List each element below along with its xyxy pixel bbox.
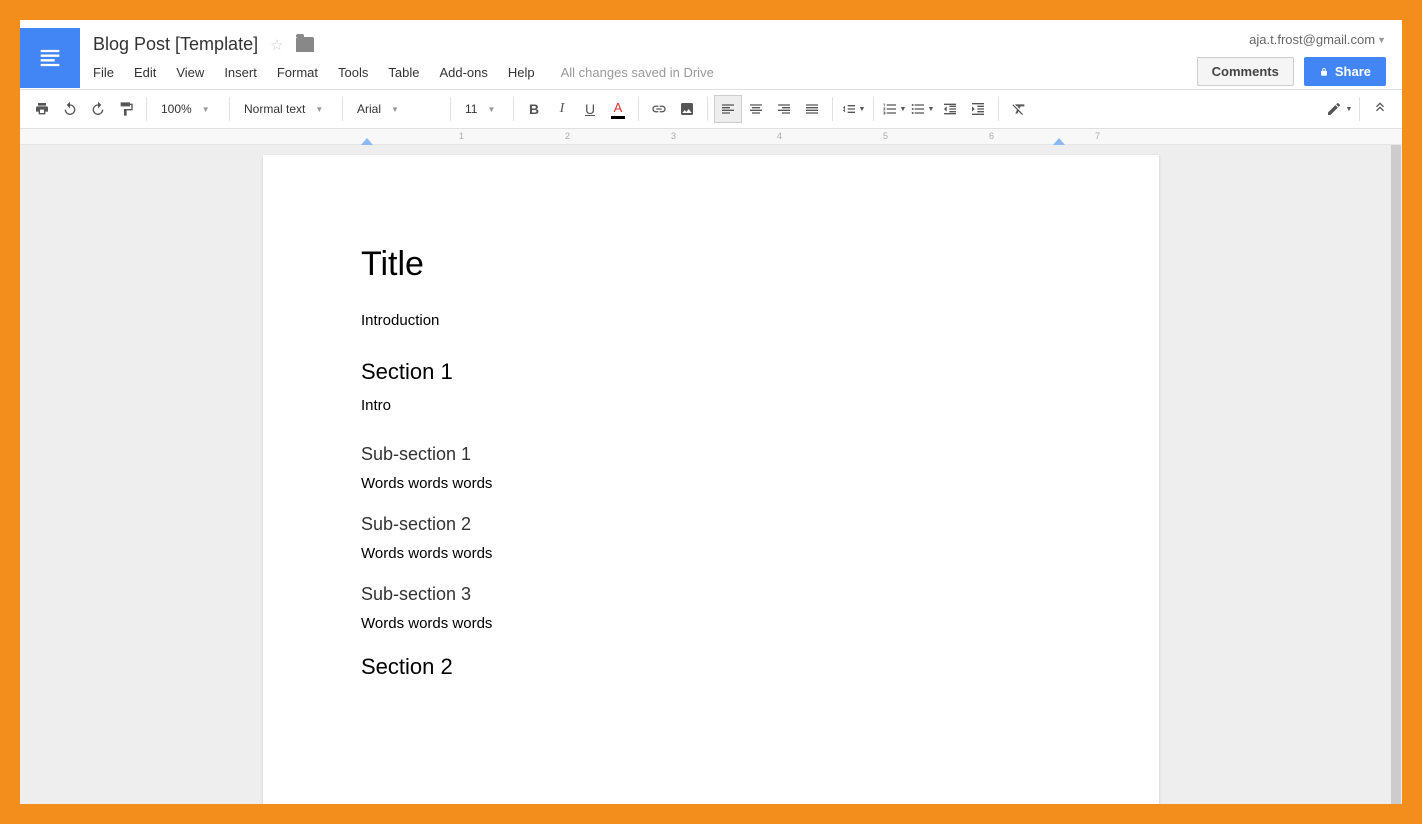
subsection-1-body[interactable]: Words words words [361, 475, 1061, 492]
star-icon[interactable]: ☆ [270, 36, 283, 54]
ruler[interactable]: 1 2 3 4 5 6 7 [20, 129, 1402, 145]
font-select[interactable]: Arial▼ [349, 95, 444, 123]
undo-icon[interactable] [56, 95, 84, 123]
user-account[interactable]: aja.t.frost@gmail.com ▼ [1249, 32, 1386, 47]
header: Blog Post [Template] ☆ File Edit View In… [20, 20, 1402, 89]
section-1-heading[interactable]: Section 1 [361, 359, 1061, 385]
bulleted-list-icon[interactable]: ▼ [908, 95, 936, 123]
subsection-3-body[interactable]: Words words words [361, 615, 1061, 632]
subsection-3-heading[interactable]: Sub-section 3 [361, 584, 1061, 605]
subsection-2-body[interactable]: Words words words [361, 545, 1061, 562]
align-right-icon[interactable] [770, 95, 798, 123]
paint-format-icon[interactable] [112, 95, 140, 123]
comments-button[interactable]: Comments [1197, 57, 1294, 86]
share-button-label: Share [1335, 64, 1371, 79]
collapse-toolbar-icon[interactable] [1366, 95, 1394, 123]
docs-logo[interactable] [20, 28, 80, 88]
page[interactable]: Title Introduction Section 1 Intro Sub-s… [263, 155, 1159, 804]
bold-icon[interactable]: B [520, 95, 548, 123]
folder-icon[interactable] [296, 37, 314, 52]
underline-icon[interactable]: U [576, 95, 604, 123]
menu-edit[interactable]: Edit [124, 61, 166, 84]
editing-mode-icon[interactable]: ▼ [1325, 95, 1353, 123]
text-color-icon[interactable]: A [604, 95, 632, 123]
increase-indent-icon[interactable] [964, 95, 992, 123]
menu-tools[interactable]: Tools [328, 61, 378, 84]
decrease-indent-icon[interactable] [936, 95, 964, 123]
clear-formatting-icon[interactable] [1005, 95, 1033, 123]
document-workspace: Title Introduction Section 1 Intro Sub-s… [20, 145, 1402, 804]
share-button[interactable]: Share [1304, 57, 1386, 86]
subsection-2-heading[interactable]: Sub-section 2 [361, 514, 1061, 535]
scrollbar[interactable] [1390, 145, 1402, 804]
doc-intro[interactable]: Introduction [361, 312, 1061, 329]
italic-icon[interactable]: I [548, 95, 576, 123]
align-justify-icon[interactable] [798, 95, 826, 123]
zoom-select[interactable]: 100%▼ [153, 95, 223, 123]
save-status: All changes saved in Drive [545, 61, 730, 84]
print-icon[interactable] [28, 95, 56, 123]
image-icon[interactable] [673, 95, 701, 123]
numbered-list-icon[interactable]: ▼ [880, 95, 908, 123]
menu-view[interactable]: View [166, 61, 214, 84]
lock-icon [1319, 67, 1329, 77]
menu-addons[interactable]: Add-ons [429, 61, 497, 84]
menu-file[interactable]: File [93, 61, 124, 84]
link-icon[interactable] [645, 95, 673, 123]
account-dropdown-icon: ▼ [1377, 35, 1386, 45]
app-window: Blog Post [Template] ☆ File Edit View In… [20, 20, 1402, 804]
menubar: File Edit View Insert Format Tools Table… [93, 61, 1197, 84]
align-center-icon[interactable] [742, 95, 770, 123]
scrollbar-thumb[interactable] [1391, 145, 1401, 804]
document-title[interactable]: Blog Post [Template] [93, 34, 258, 55]
toolbar: 100%▼ Normal text▼ Arial▼ 11▼ B I U A ▼ … [20, 89, 1402, 129]
menu-table[interactable]: Table [378, 61, 429, 84]
user-email-label: aja.t.frost@gmail.com [1249, 32, 1375, 47]
subsection-1-heading[interactable]: Sub-section 1 [361, 444, 1061, 465]
doc-title[interactable]: Title [361, 245, 1061, 284]
line-spacing-icon[interactable]: ▼ [839, 95, 867, 123]
menu-help[interactable]: Help [498, 61, 545, 84]
align-left-icon[interactable] [714, 95, 742, 123]
section-2-heading[interactable]: Section 2 [361, 654, 1061, 680]
font-size-select[interactable]: 11▼ [457, 95, 507, 123]
paragraph-style-select[interactable]: Normal text▼ [236, 95, 336, 123]
section-1-intro[interactable]: Intro [361, 397, 1061, 414]
menu-format[interactable]: Format [267, 61, 328, 84]
redo-icon[interactable] [84, 95, 112, 123]
menu-insert[interactable]: Insert [214, 61, 267, 84]
